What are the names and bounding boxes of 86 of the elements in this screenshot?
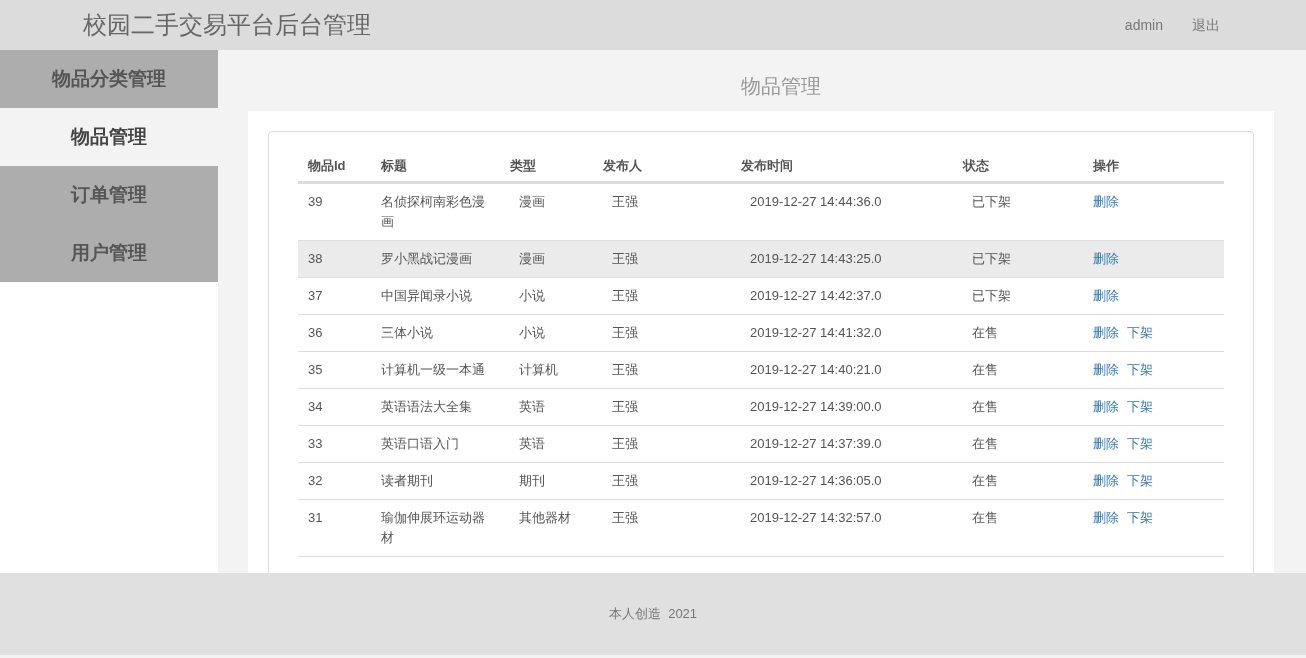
column-header: 物品Id — [308, 158, 346, 174]
action-link[interactable]: 删除 — [1093, 360, 1119, 380]
action-link[interactable]: 删除 — [1093, 192, 1119, 232]
action-link[interactable]: 删除 — [1093, 249, 1119, 269]
table-cell: 39 — [308, 194, 323, 209]
table-cell: 2019-12-27 14:32:57.0 — [750, 510, 882, 525]
table-cell: 32 — [308, 473, 323, 488]
table-cell: 王强 — [612, 510, 638, 525]
table-cell: 已下架 — [972, 251, 1011, 266]
action-link[interactable]: 删除 — [1093, 286, 1119, 306]
table-cell: 2019-12-27 14:40:21.0 — [750, 362, 882, 377]
table-cell: 王强 — [612, 288, 638, 303]
table-cell: 小说 — [519, 288, 545, 303]
table-cell: 34 — [308, 399, 323, 414]
table-cell: 在售 — [972, 399, 998, 414]
table-cell: 在售 — [972, 473, 998, 488]
sidebar-item[interactable]: 物品分类管理 — [0, 50, 218, 108]
table-cell-text: 计算机一级一本通 — [381, 361, 486, 379]
table-cell: 王强 — [612, 325, 638, 340]
table-cell: 38 — [308, 251, 323, 266]
sidebar-item[interactable]: 订单管理 — [0, 166, 218, 224]
column-header: 操作 — [1093, 158, 1119, 174]
table-cell: 期刊 — [519, 473, 545, 488]
column-header: 类型 — [510, 158, 536, 174]
action-link[interactable]: 删除 — [1093, 434, 1119, 454]
table-cell: 36 — [308, 325, 323, 340]
table-cell: 2019-12-27 14:43:25.0 — [750, 251, 882, 266]
table-cell: 2019-12-27 14:44:36.0 — [750, 194, 882, 209]
table-cell-text: 读者期刊 — [381, 472, 434, 490]
table-cell: 其他器材 — [519, 510, 571, 525]
action-link[interactable]: 删除 — [1093, 397, 1119, 417]
app-title: 校园二手交易平台后台管理 — [83, 10, 371, 40]
logout-link[interactable]: 退出 — [1192, 14, 1220, 36]
table-cell: 王强 — [612, 194, 638, 209]
table-cell: 王强 — [612, 473, 638, 488]
table-cell-text: 罗小黑战记漫画 — [381, 250, 473, 268]
table-cell: 33 — [308, 436, 323, 451]
table-cell: 2019-12-27 14:41:32.0 — [750, 325, 882, 340]
table-cell-text: 英语口语入门 — [381, 435, 460, 453]
user-link[interactable]: admin — [1124, 14, 1163, 36]
action-link[interactable]: 删除 — [1093, 323, 1119, 343]
table-cell: 小说 — [519, 325, 545, 340]
sidebar-item[interactable]: 物品管理 — [0, 108, 218, 166]
table-row[interactable]: 38 罗小黑战记漫画 漫画 王强 2019-12-27 14:43:25.0 已下架 删除 — [298, 241, 1224, 278]
table-cell: 在售 — [972, 436, 998, 451]
table-cell: 2019-12-27 14:39:00.0 — [750, 399, 882, 414]
table-cell-text: 瑜伽伸展环运动器材 — [381, 509, 486, 547]
column-header: 标题 — [381, 158, 407, 174]
table-cell: 漫画 — [519, 194, 545, 209]
table-cell: 37 — [308, 288, 323, 303]
table-cell: 计算机 — [519, 362, 558, 377]
table-cell: 在售 — [972, 510, 998, 525]
table-cell: 王强 — [612, 399, 638, 414]
table-cell-text: 英语语法大全集 — [381, 398, 473, 416]
action-link[interactable]: 下架 — [1127, 434, 1153, 454]
table-cell: 王强 — [612, 362, 638, 377]
table-cell-text: 名侦探柯南彩色漫画 — [381, 193, 486, 231]
table-cell: 2019-12-27 14:36:05.0 — [750, 473, 882, 488]
column-header: 发布人 — [603, 158, 642, 174]
table-cell: 王强 — [612, 251, 638, 266]
action-link[interactable]: 下架 — [1127, 508, 1153, 548]
table-cell: 2019-12-27 14:37:39.0 — [750, 436, 882, 451]
column-header: 发布时间 — [741, 158, 793, 174]
table-cell: 2019-12-27 14:42:37.0 — [750, 288, 882, 303]
table-cell: 31 — [308, 510, 323, 525]
action-link[interactable]: 下架 — [1127, 397, 1153, 417]
action-link[interactable]: 下架 — [1127, 471, 1153, 491]
table-cell: 已下架 — [972, 288, 1011, 303]
sidebar-item[interactable]: 用户管理 — [0, 224, 218, 282]
table-cell: 王强 — [612, 436, 638, 451]
footer-text: 本人创造 2021 — [608, 605, 698, 624]
action-link[interactable]: 下架 — [1127, 323, 1153, 343]
table-cell: 英语 — [519, 436, 545, 451]
column-header: 状态 — [963, 158, 989, 174]
action-link[interactable]: 下架 — [1127, 360, 1153, 380]
action-link[interactable]: 删除 — [1093, 508, 1119, 548]
table-cell: 已下架 — [972, 194, 1011, 209]
table-cell-text: 中国异闻录小说 — [381, 287, 473, 305]
table-cell: 在售 — [972, 362, 998, 377]
table-cell-text: 三体小说 — [381, 324, 434, 342]
table-cell: 在售 — [972, 325, 998, 340]
table-cell: 35 — [308, 362, 323, 377]
page-title: 物品管理 — [740, 73, 822, 99]
table-cell: 英语 — [519, 399, 545, 414]
action-link[interactable]: 删除 — [1093, 471, 1119, 491]
table-cell: 漫画 — [519, 251, 545, 266]
